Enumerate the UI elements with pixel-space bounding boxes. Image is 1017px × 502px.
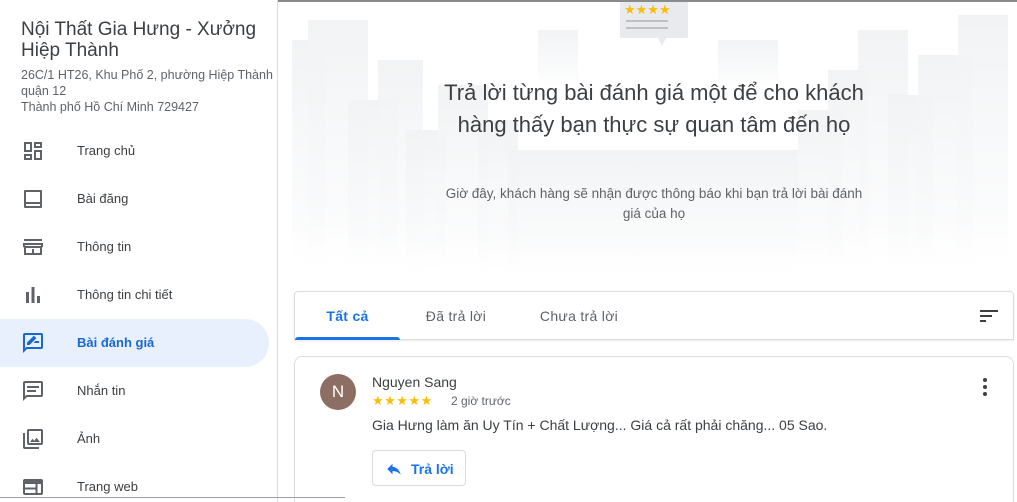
- sidebar-item-label: Trang chủ: [77, 143, 136, 158]
- rating-stars: ★★★★★: [372, 393, 433, 408]
- more-options-icon[interactable]: [973, 375, 997, 399]
- posts-icon: [24, 190, 42, 208]
- sidebar-item-home[interactable]: Trang chủ: [0, 127, 278, 175]
- sidebar-item-label: Ảnh: [77, 431, 101, 446]
- main-content: ★★★★ Trả lời từng bài đánh giá một để ch…: [278, 0, 1017, 502]
- tab-replied[interactable]: Đã trả lời: [410, 292, 502, 340]
- reviewer-name: Nguyen Sang: [372, 374, 457, 390]
- city-skyline-illustration: ★★★★: [292, 0, 1008, 280]
- dashboard-icon: [24, 142, 42, 160]
- hero-title: Trả lời từng bài đánh giá một để cho khá…: [444, 80, 864, 137]
- review-tabs: Tất cả Đã trả lời Chưa trả lời: [294, 291, 1014, 340]
- rate-review-icon: [23, 333, 43, 353]
- business-name: Nội Thất Gia Hưng - Xưởng Hiệp Thành: [21, 19, 257, 61]
- review-time: 2 giờ trước: [451, 394, 511, 408]
- sidebar-item-insights[interactable]: Thông tin chi tiết: [0, 271, 278, 319]
- address-line-1: 26C/1 HT26, Khu Phố 2, phường Hiệp Thành: [21, 68, 273, 82]
- avatar: N: [320, 374, 356, 410]
- reply-button[interactable]: Trả lời: [372, 450, 466, 486]
- business-address: 26C/1 HT26, Khu Phố 2, phường Hiệp Thành…: [21, 67, 278, 115]
- message-icon: [23, 381, 43, 401]
- sidebar-item-label: Trang web: [77, 479, 138, 494]
- sidebar-item-posts[interactable]: Bài đăng: [0, 175, 278, 223]
- sidebar: Nội Thất Gia Hưng - Xưởng Hiệp Thành 26C…: [0, 0, 278, 502]
- tab-all[interactable]: Tất cả: [295, 292, 400, 340]
- address-line-2: quận 12: [21, 84, 67, 98]
- sidebar-item-messages[interactable]: Nhắn tin: [0, 367, 278, 415]
- address-line-3: Thành phố Hồ Chí Minh 729427: [21, 100, 199, 114]
- web-icon: [23, 479, 43, 495]
- bottom-divider: [0, 497, 345, 498]
- sidebar-item-label: Thông tin: [77, 239, 132, 254]
- svg-text:★★★★: ★★★★: [624, 3, 671, 18]
- sidebar-nav: Trang chủ Bài đăng Thông tin Thông tin c…: [0, 127, 278, 502]
- sidebar-item-info[interactable]: Thông tin: [0, 223, 278, 271]
- sidebar-item-photos[interactable]: Ảnh: [0, 415, 278, 463]
- sort-icon[interactable]: [977, 304, 1001, 328]
- review-card: N Nguyen Sang ★★★★★ 2 giờ trước Gia Hưng…: [294, 356, 1014, 502]
- sidebar-item-label: Nhắn tin: [77, 383, 126, 398]
- reply-button-label: Trả lời: [411, 461, 454, 477]
- sidebar-item-label: Thông tin chi tiết: [77, 287, 173, 302]
- sidebar-item-reviews[interactable]: Bài đánh giá: [0, 319, 278, 367]
- storefront-icon: [23, 239, 43, 255]
- review-badge-illustration: ★★★★: [620, 0, 688, 46]
- photo-icon: [23, 429, 43, 449]
- hero-subtitle: Giờ đây, khách hàng sẽ nhận được thông b…: [445, 186, 863, 221]
- reply-icon: [387, 463, 401, 475]
- reviews-hero: ★★★★ Trả lời từng bài đánh giá một để ch…: [278, 0, 1017, 290]
- bar-chart-icon: [26, 287, 40, 303]
- sidebar-item-label: Bài đăng: [77, 191, 129, 206]
- sidebar-item-label: Bài đánh giá: [77, 335, 155, 350]
- tab-unreplied[interactable]: Chưa trả lời: [520, 292, 638, 340]
- review-text: Gia Hưng làm ăn Uy Tín + Chất Lượng... G…: [372, 417, 828, 433]
- top-divider: [278, 0, 1017, 2]
